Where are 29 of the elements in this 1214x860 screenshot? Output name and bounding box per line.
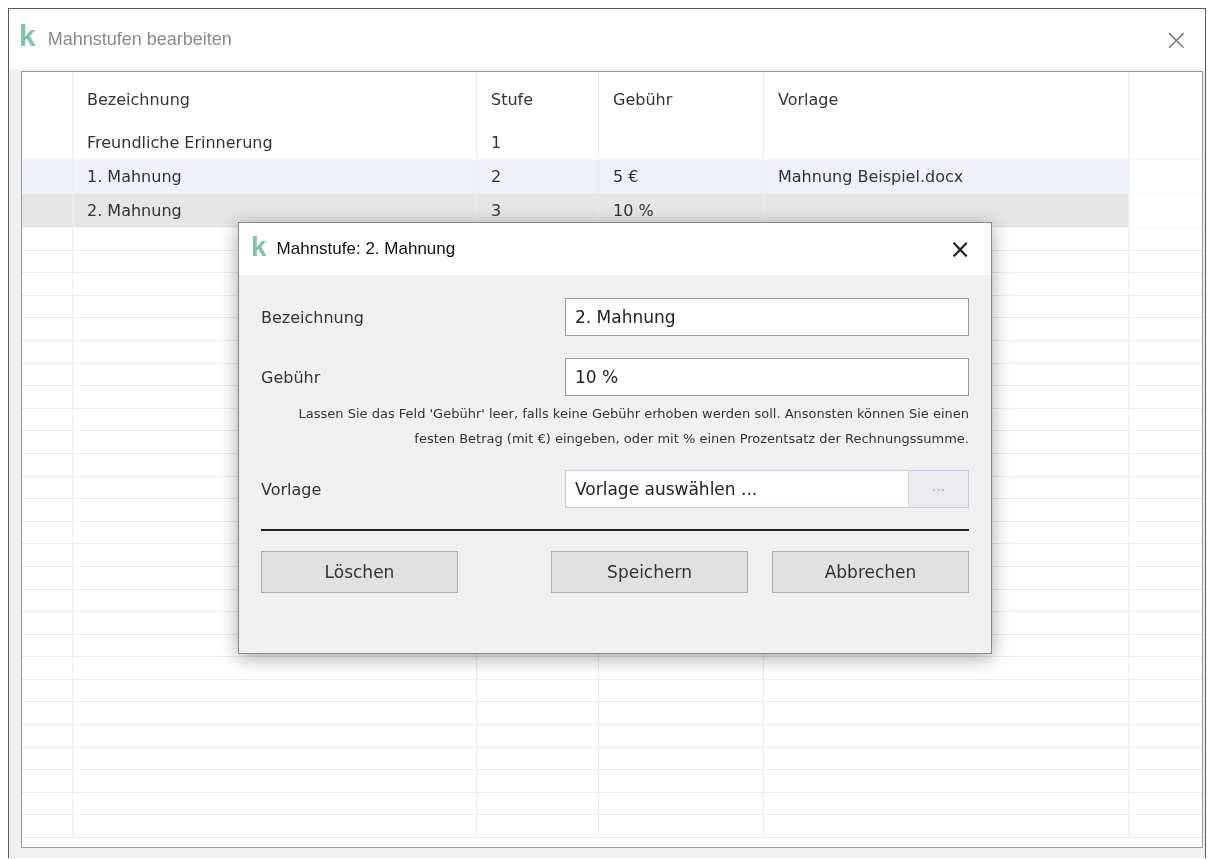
table-cell: 1 (491, 133, 502, 152)
dialog-button[interactable]: Speichern (551, 551, 748, 593)
column-header[interactable]: Vorlage (778, 89, 839, 109)
field-label: Gebühr (261, 367, 322, 387)
table-cell: Mahnung Beispiel.docx (778, 167, 964, 186)
table-cell: 10 % (613, 201, 654, 220)
column-header[interactable]: Stufe (491, 89, 534, 109)
input-field[interactable]: 10 % (565, 358, 969, 396)
close-button[interactable]: × (941, 234, 979, 264)
field-label: Vorlage (261, 479, 323, 499)
dialog-button[interactable]: Abbrechen (772, 551, 969, 593)
window-title: Mahnstufen bearbeiten (47, 28, 232, 50)
table-cell: 3 (491, 201, 502, 220)
dialog-title: Mahnstufe: 2. Mahnung (276, 239, 456, 259)
table-row[interactable]: 1. Mahnung 2 5 € Mahnung Beispiel.docx (22, 160, 1202, 194)
close-button[interactable]: × (1157, 21, 1195, 57)
input-field[interactable]: 2. Mahnung (565, 298, 969, 336)
table-cell: Freundliche Erinnerung (87, 133, 273, 152)
table-cell: 2. Mahnung (87, 201, 182, 220)
dialog-button[interactable]: Löschen (261, 551, 458, 593)
table-cell: 5 € (613, 167, 639, 186)
column-header[interactable]: Gebühr (613, 89, 673, 109)
hint-text: Lassen Sie das Feld 'Gebühr' leer, falls keine Gebühr erhoben werden soll. Ansonsten können Sie einen festen Betrag (mit €) eingeben, oder mit % einen Prozentsatz der Rechnungssumme. (297, 405, 969, 448)
app-logo: k (19, 19, 36, 53)
column-header[interactable]: Bezeichnung (87, 89, 191, 109)
field-label: Bezeichnung (261, 307, 366, 327)
table-cell: 1. Mahnung (87, 167, 182, 186)
app-logo: k (251, 231, 267, 263)
table-cell: 2 (491, 167, 502, 186)
